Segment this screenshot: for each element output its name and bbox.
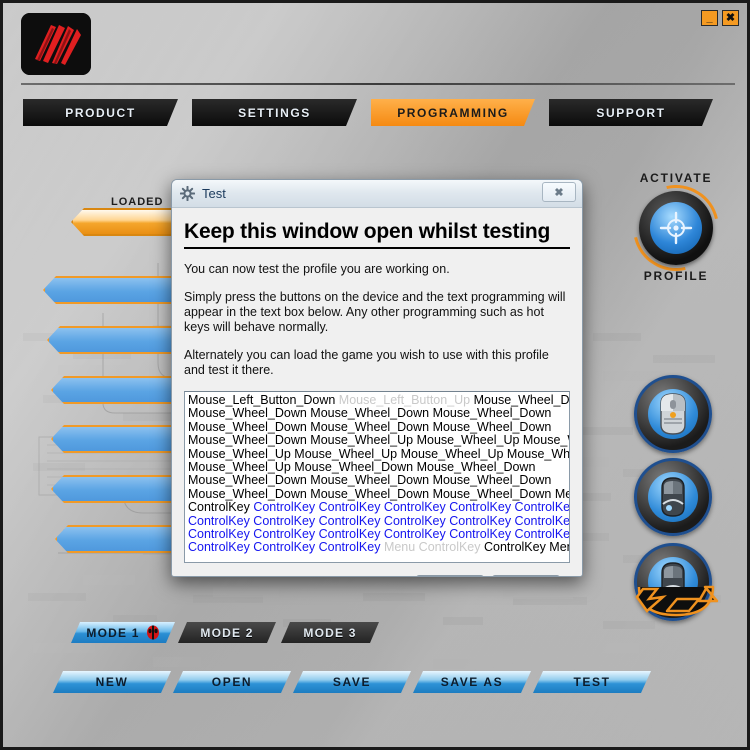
- test-output-token: ControlKey ControlKey ControlKey: [188, 540, 384, 555]
- open-button[interactable]: OPEN: [173, 671, 291, 693]
- knob-face: [650, 202, 702, 254]
- test-output-line: Mouse_Wheel_Down Mouse_Wheel_Down Mouse_…: [188, 474, 566, 487]
- test-button[interactable]: TEST: [533, 671, 651, 693]
- activate-profile-button[interactable]: [616, 168, 736, 288]
- dialog-body: Keep this window open whilst testing You…: [172, 208, 582, 576]
- test-output-line: ControlKey ControlKey ControlKey Control…: [188, 500, 569, 515]
- dialog-paragraph-2: Simply press the buttons on the device a…: [184, 290, 566, 334]
- tab-settings[interactable]: SETTINGS: [192, 99, 357, 126]
- tab-product[interactable]: PRODUCT: [23, 99, 178, 126]
- test-output-token: ControlKey: [188, 500, 254, 515]
- test-output-token: Mouse_Wheel_Down Mouse_Wheel_Down Mouse_…: [188, 419, 552, 434]
- test-output-token: Mouse_Wheel_Down Mouse_Wheel_Down Mouse_…: [188, 486, 570, 501]
- main-tabs: PRODUCT SETTINGS PROGRAMMING SUPPORT: [23, 99, 713, 126]
- save-as-button[interactable]: SAVE AS: [413, 671, 531, 693]
- window-controls: _ ✖: [701, 10, 739, 26]
- test-output-line: Mouse_Wheel_Up Mouse_Wheel_Down Mouse_Wh…: [188, 460, 566, 475]
- test-output-token: Mouse_Left_Button_Down: [188, 393, 339, 407]
- crosshair-icon: [659, 211, 693, 245]
- test-output-line: Mouse_Wheel_Down Mouse_Wheel_Up Mouse_Wh…: [188, 434, 569, 447]
- test-output-token: Menu ControlKey: [383, 540, 484, 555]
- test-output-textbox[interactable]: Mouse_Left_Button_Down Mouse_Left_Button…: [184, 391, 570, 563]
- test-output-line: ControlKey ControlKey ControlKey Menu Co…: [188, 540, 569, 555]
- test-output-token: ControlKey ControlKey ControlKey Control…: [188, 513, 570, 528]
- test-output-token: Mouse_Wheel_Down: [473, 393, 570, 407]
- tab-support[interactable]: SUPPORT: [549, 99, 713, 126]
- dialog-heading: Keep this window open whilst testing: [184, 220, 570, 249]
- rotate-device-icon[interactable]: [633, 581, 719, 621]
- mode-label: MODE 3: [303, 625, 357, 640]
- device-preset-1-button[interactable]: [634, 375, 712, 453]
- close-button[interactable]: ✖: [722, 10, 739, 26]
- mode-1-button[interactable]: MODE 1: [71, 622, 175, 643]
- mode-badge-icon: [146, 625, 160, 640]
- mode-2-button[interactable]: MODE 2: [178, 622, 276, 643]
- test-output-line: ControlKey ControlKey ControlKey Control…: [188, 527, 569, 541]
- ok-button[interactable]: OK: [492, 575, 560, 576]
- new-button[interactable]: NEW: [53, 671, 171, 693]
- dialog-actions: Clear OK: [182, 563, 572, 576]
- test-dialog: Test ✖ Keep this window open whilst test…: [171, 179, 583, 577]
- test-output-token: Mouse_Wheel_Down Mouse_Wheel_Down Mouse_…: [188, 473, 552, 488]
- save-button[interactable]: SAVE: [293, 671, 411, 693]
- test-output-token: Mouse_Wheel_Down Mouse_Wheel_Up Mouse_Wh…: [188, 433, 569, 448]
- dialog-close-button[interactable]: ✖: [542, 182, 576, 202]
- loaded-profile-label: LOADED: [111, 196, 164, 208]
- test-output-line: Mouse_Wheel_Up Mouse_Wheel_Up Mouse_Whee…: [188, 447, 569, 461]
- test-output-token: ControlKey ControlKey ControlKey Control…: [188, 527, 570, 542]
- activate-label-top: ACTIVATE: [639, 171, 713, 185]
- test-output-line: ControlKey ControlKey ControlKey Control…: [188, 514, 569, 528]
- test-output-token: Mouse_Wheel_Up Mouse_Wheel_Down Mouse_Wh…: [188, 460, 536, 475]
- test-output-token: Mouse_Left_Button_Up: [338, 393, 474, 407]
- test-output-token: ControlKey ControlKey ControlKey Control…: [253, 500, 570, 515]
- mode-3-button[interactable]: MODE 3: [281, 622, 379, 643]
- app-window: _ ✖ PRODUCT SETTINGS PROGRAMMING SUPPORT…: [0, 0, 750, 750]
- mode-label: MODE 1: [86, 625, 140, 640]
- dialog-title: Test: [202, 186, 226, 201]
- mouse-angled-view-icon: [648, 472, 698, 522]
- device-preset-2-button[interactable]: [634, 458, 712, 536]
- minimize-button[interactable]: _: [701, 10, 718, 26]
- test-output-token: ControlKey Menu: [484, 540, 569, 555]
- test-output-line: Mouse_Wheel_Down Mouse_Wheel_Down Mouse_…: [188, 487, 569, 501]
- activate-profile-control[interactable]: ACTIVATE PROFILE: [616, 168, 736, 288]
- header-divider: [21, 83, 735, 85]
- test-output-token: Mouse_Wheel_Down Mouse_Wheel_Down Mouse_…: [188, 406, 552, 421]
- test-output-line: Mouse_Wheel_Down Mouse_Wheel_Down Mouse_…: [188, 407, 566, 420]
- dialog-paragraph-1: You can now test the profile you are wor…: [184, 262, 450, 276]
- test-output-line: Mouse_Wheel_Down Mouse_Wheel_Down Mouse_…: [188, 419, 566, 434]
- clear-button[interactable]: Clear: [416, 575, 484, 576]
- dialog-title-bar[interactable]: Test ✖: [172, 180, 582, 208]
- dialog-paragraph-3: Alternately you can load the game you wi…: [184, 348, 549, 377]
- mode-label: MODE 2: [200, 625, 254, 640]
- mad-catz-claw-logo: [21, 13, 91, 75]
- gear-icon: [180, 186, 195, 201]
- test-output-line: Mouse_Left_Button_Down Mouse_Left_Button…: [188, 393, 569, 407]
- test-output-token: Mouse_Wheel_Up Mouse_Wheel_Up Mouse_Whee…: [188, 446, 570, 461]
- tab-programming[interactable]: PROGRAMMING: [371, 99, 535, 126]
- mouse-top-view-icon: [648, 389, 698, 439]
